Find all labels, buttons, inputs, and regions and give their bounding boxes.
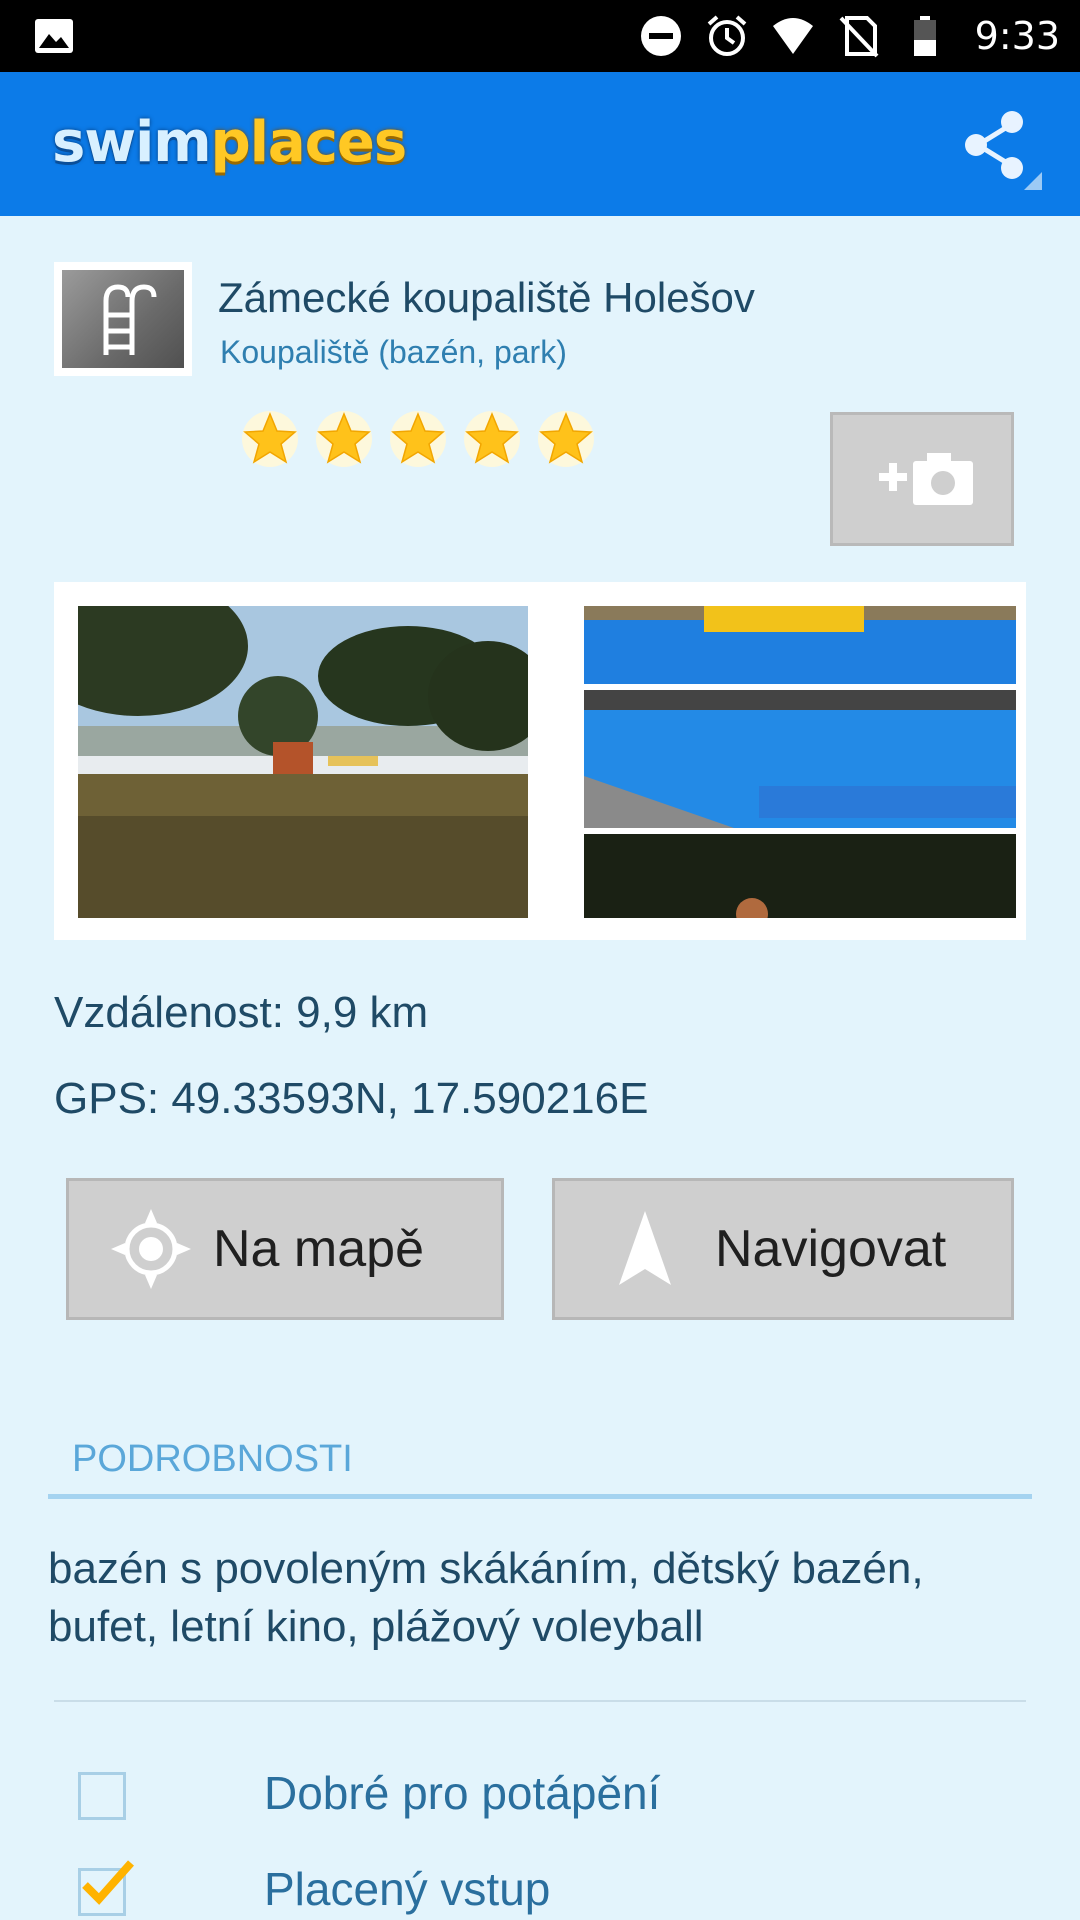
distance-text: Vzdálenost: 9,9 km — [54, 988, 429, 1037]
status-time: 9:33 — [974, 14, 1060, 58]
section-divider — [48, 1494, 1032, 1499]
do-not-disturb-icon — [640, 16, 681, 56]
checkbox-checked[interactable] — [78, 1860, 134, 1916]
star-icon[interactable] — [388, 408, 448, 468]
add-photo-button[interactable] — [830, 412, 1014, 546]
show-on-map-button[interactable]: Na mapě — [66, 1178, 504, 1320]
photo-lawn-pool[interactable] — [78, 606, 528, 918]
feature-diving[interactable]: Dobré pro potápění — [78, 1767, 660, 1820]
feature-paid-entry[interactable]: Placený vstup — [78, 1860, 550, 1916]
alarm-icon — [707, 15, 746, 56]
divider — [54, 1700, 1026, 1702]
navigate-button[interactable]: Navigovat — [552, 1178, 1014, 1320]
pool-ladder-icon — [103, 284, 157, 355]
no-sim-icon — [839, 16, 879, 58]
battery-icon — [913, 16, 936, 56]
place-thumbnail — [54, 262, 192, 376]
gps-text: GPS: 49.33593N, 17.590216E — [54, 1074, 649, 1123]
photo-gallery — [54, 582, 1026, 940]
logo-places: places — [210, 110, 408, 175]
checkbox-unchecked[interactable] — [78, 1772, 126, 1820]
status-bar: 9:33 — [0, 0, 1080, 72]
navigation-arrow-icon — [619, 1211, 671, 1285]
star-icon[interactable] — [536, 408, 596, 468]
star-icon[interactable] — [240, 408, 300, 468]
feature-label: Dobré pro potápění — [264, 1767, 661, 1819]
star-icon[interactable] — [314, 408, 374, 468]
logo-swim: swim — [52, 110, 212, 175]
place-type: Koupaliště (bazén, park) — [220, 334, 567, 370]
add-camera-icon — [879, 453, 973, 505]
details-description: bazén s povoleným skákáním, dětský bazén… — [48, 1544, 924, 1651]
feature-label: Placený vstup — [264, 1863, 551, 1915]
location-target-icon — [111, 1209, 191, 1289]
app-bar: swimplaces — [0, 72, 1080, 216]
star-icon[interactable] — [462, 408, 522, 468]
rating-stars[interactable] — [240, 408, 596, 468]
place-name: Zámecké koupaliště Holešov — [218, 274, 755, 321]
wifi-icon — [772, 18, 813, 54]
share-icon[interactable] — [954, 102, 1044, 192]
show-on-map-label: Na mapě — [213, 1220, 424, 1278]
photo-pool-collage[interactable] — [584, 606, 1016, 918]
details-section-title: PODROBNOSTI — [72, 1438, 353, 1480]
image-icon — [35, 19, 73, 53]
navigate-label: Navigovat — [715, 1220, 947, 1278]
checkmark-icon — [82, 1860, 134, 1905]
app-logo: swimplaces — [52, 110, 408, 175]
